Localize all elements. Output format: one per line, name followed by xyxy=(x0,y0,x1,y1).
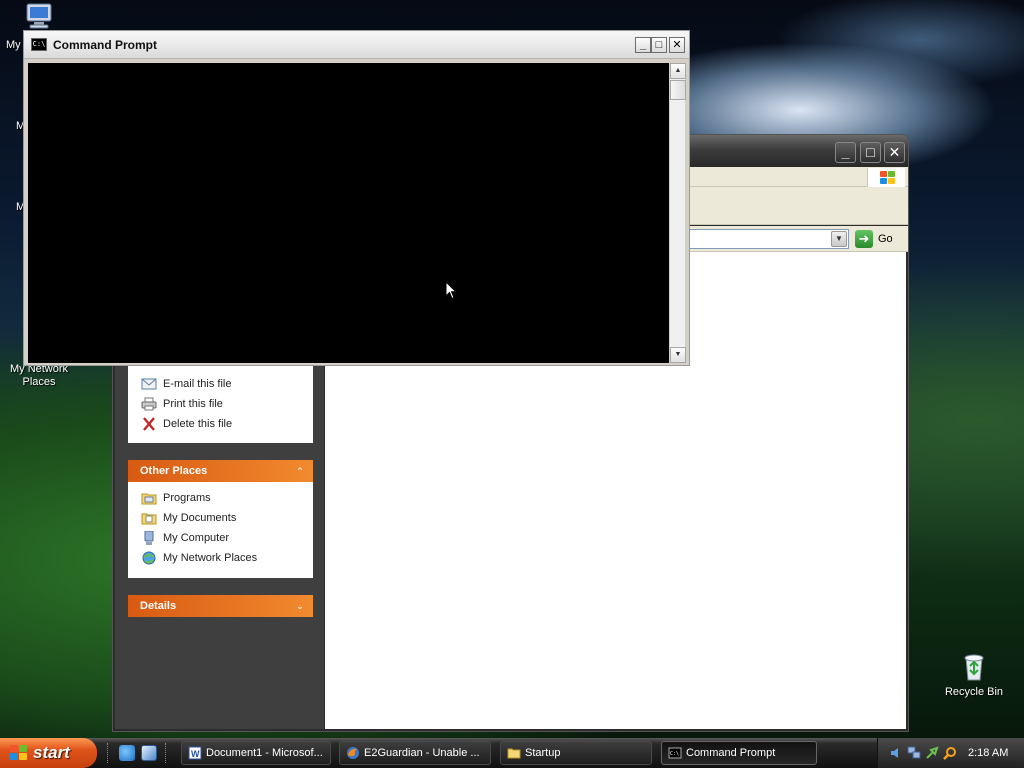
internet-explorer-icon[interactable] xyxy=(119,745,135,761)
firefox-icon xyxy=(347,747,359,759)
other-places-header[interactable]: Other Places ⌃ xyxy=(128,460,313,482)
start-button[interactable]: start xyxy=(0,738,97,768)
close-button[interactable]: ✕ xyxy=(669,37,685,53)
maximize-button[interactable]: □ xyxy=(860,142,881,163)
my-documents-label: My Documents xyxy=(163,512,237,524)
details-title: Details xyxy=(140,600,177,612)
print-file-label: Print this file xyxy=(163,398,223,410)
delete-icon xyxy=(143,417,155,431)
other-places-panel: Other Places ⌃ Programs My Documents My … xyxy=(128,460,313,578)
my-network-places-label: My Network Places xyxy=(163,552,258,564)
my-computer-label: My xyxy=(6,39,21,51)
programs-folder-icon xyxy=(141,493,157,505)
delete-file-link[interactable]: Delete this file xyxy=(128,414,313,434)
my-computer-label: My Computer xyxy=(163,532,230,544)
start-label: start xyxy=(33,743,70,762)
taskbar-button-label: Document1 - Microsof... xyxy=(206,747,323,759)
svg-text:C:\: C:\ xyxy=(670,751,679,757)
taskbar-button-startup[interactable]: Startup xyxy=(500,741,652,765)
command-prompt-window: C:\ Command Prompt _ □ ✕ ▲ ▼ xyxy=(23,30,690,366)
print-file-link[interactable]: Print this file xyxy=(128,394,313,414)
scroll-up-arrow-icon[interactable]: ▲ xyxy=(670,63,686,79)
chevron-down-icon[interactable]: ⌄ xyxy=(293,599,307,613)
mouse-pointer-icon xyxy=(445,281,457,300)
email-icon xyxy=(141,378,157,390)
volume-icon[interactable] xyxy=(889,746,903,760)
go-arrow-icon[interactable]: ➜ xyxy=(855,230,873,248)
scrollbar-thumb[interactable] xyxy=(670,80,686,100)
network-places-icon xyxy=(142,551,156,565)
search-icon[interactable] xyxy=(943,746,957,760)
folder-icon xyxy=(507,748,521,759)
taskbar-button-label: Command Prompt xyxy=(686,747,776,759)
go-button[interactable]: Go xyxy=(878,233,893,245)
taskbar-button-command-prompt[interactable]: C:\ Command Prompt xyxy=(661,741,817,765)
window-title: Command Prompt xyxy=(53,38,158,52)
cmd-icon: C:\ xyxy=(668,747,682,759)
network-connection-icon[interactable] xyxy=(907,746,921,760)
windows-logo-icon xyxy=(867,168,905,188)
taskbar: start W Document1 - Microsof... E2Guardi… xyxy=(0,738,1024,768)
other-places-title: Other Places xyxy=(140,465,208,477)
svg-text:W: W xyxy=(191,749,200,759)
printer-icon xyxy=(141,397,157,411)
cmd-icon[interactable]: C:\ xyxy=(31,38,47,51)
my-documents-link[interactable]: My Documents xyxy=(128,508,313,528)
safely-remove-hardware-icon[interactable] xyxy=(925,746,939,760)
windows-logo-icon xyxy=(10,745,28,761)
quick-launch-divider xyxy=(107,743,109,763)
email-file-link[interactable]: E-mail this file xyxy=(128,374,313,394)
my-documents-icon xyxy=(141,513,157,525)
my-computer-icon xyxy=(144,531,154,545)
close-button[interactable]: ✕ xyxy=(884,142,905,163)
maximize-button[interactable]: □ xyxy=(651,37,667,53)
clock[interactable]: 2:18 AM xyxy=(968,747,1008,759)
details-header[interactable]: Details ⌄ xyxy=(128,595,313,617)
my-network-places-label: My Network Places xyxy=(9,363,69,388)
email-file-label: E-mail this file xyxy=(163,378,232,390)
taskbar-button-label: Startup xyxy=(525,747,561,759)
taskbar-button-label: E2Guardian - Unable ... xyxy=(364,747,480,759)
console-output[interactable] xyxy=(28,63,669,363)
cmd-title-bar[interactable]: C:\ Command Prompt _ □ ✕ xyxy=(24,31,689,59)
recycle-bin-desktop-icon[interactable]: Recycle Bin xyxy=(939,650,1009,699)
my-computer-link[interactable]: My Computer xyxy=(128,528,313,548)
taskbar-button-document1[interactable]: W Document1 - Microsof... xyxy=(181,741,331,765)
scroll-down-arrow-icon[interactable]: ▼ xyxy=(670,347,686,363)
minimize-button[interactable]: _ xyxy=(635,37,651,53)
taskbar-button-e2guardian[interactable]: E2Guardian - Unable ... xyxy=(339,741,491,765)
quick-launch-app-icon[interactable] xyxy=(141,745,157,761)
details-panel: Details ⌄ xyxy=(128,595,313,617)
my-network-places-link[interactable]: My Network Places xyxy=(128,548,313,568)
delete-file-label: Delete this file xyxy=(163,418,233,430)
taskbar-divider xyxy=(165,743,167,763)
recycle-bin-icon xyxy=(964,654,984,681)
minimize-button[interactable]: _ xyxy=(835,142,856,163)
chevron-down-icon[interactable]: ▼ xyxy=(831,231,847,247)
vertical-scrollbar[interactable]: ▲ ▼ xyxy=(669,63,686,363)
chevron-up-icon[interactable]: ⌃ xyxy=(293,464,307,478)
programs-link[interactable]: Programs xyxy=(128,488,313,508)
word-icon: W xyxy=(188,746,202,760)
my-network-places-desktop-icon[interactable]: My Network Places xyxy=(4,363,74,389)
programs-label: Programs xyxy=(163,492,211,504)
recycle-bin-label: Recycle Bin xyxy=(944,686,1004,698)
my-computer-icon xyxy=(26,3,52,29)
